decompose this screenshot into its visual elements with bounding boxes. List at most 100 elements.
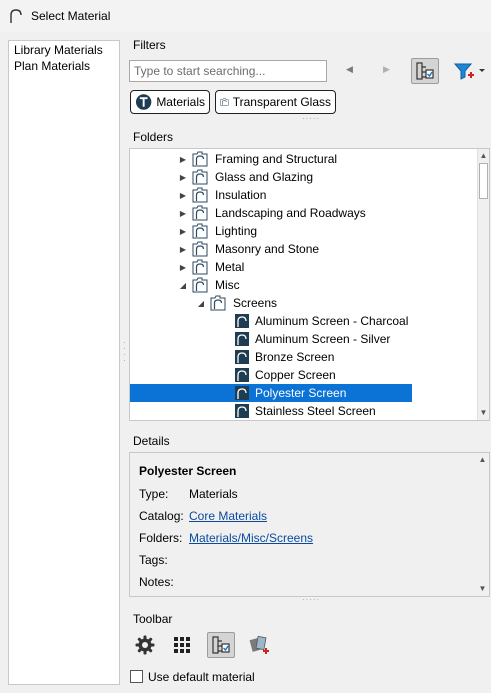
grid-icon bbox=[174, 637, 190, 653]
use-default-material-checkbox[interactable] bbox=[130, 670, 143, 683]
tree-row[interactable]: ▶ Glass and Glazing bbox=[130, 168, 412, 186]
tree-row-label: Polyester Screen bbox=[255, 386, 347, 400]
add-material-icon bbox=[249, 635, 269, 654]
collapsed-arrow-icon[interactable]: ▶ bbox=[178, 245, 188, 254]
tree-row[interactable]: Polyester Screen bbox=[130, 384, 412, 402]
filter-chip-label: Transparent Glass bbox=[232, 95, 331, 109]
tree-row-label: Aluminum Screen - Charcoal bbox=[255, 314, 409, 328]
folders-label: Folders bbox=[133, 130, 174, 144]
add-filter-icon bbox=[453, 63, 485, 80]
tree-view-button[interactable] bbox=[207, 632, 235, 658]
scroll-down-icon[interactable]: ▼ bbox=[478, 406, 489, 420]
filters-label: Filters bbox=[133, 38, 166, 52]
toolbar-label: Toolbar bbox=[133, 612, 173, 626]
tree-row[interactable]: Aluminum Screen - Silver bbox=[130, 330, 412, 348]
details-label: Details bbox=[133, 434, 170, 448]
tree-row-label: Misc bbox=[215, 278, 240, 292]
scroll-down-icon[interactable]: ▼ bbox=[477, 582, 488, 596]
scroll-up-icon[interactable]: ▲ bbox=[478, 149, 489, 163]
tree-row-label: Copper Screen bbox=[255, 368, 336, 382]
scroll-up-icon[interactable]: ▲ bbox=[477, 453, 488, 467]
tree-row[interactable]: ▶ Lighting bbox=[130, 222, 412, 240]
details-panel: Polyester Screen Type: Materials Catalog… bbox=[129, 452, 490, 597]
back-arrow-icon[interactable]: ◀ bbox=[346, 64, 353, 75]
material-icon bbox=[235, 332, 249, 346]
details-resize-grip[interactable]: ····· bbox=[302, 596, 320, 604]
material-icon bbox=[235, 386, 249, 400]
tree-row-label: Stainless Steel Screen bbox=[255, 404, 376, 418]
add-filter-button[interactable] bbox=[450, 58, 490, 84]
tree-row[interactable]: ▶ Landscaping and Roadways bbox=[130, 204, 412, 222]
search-input[interactable] bbox=[129, 60, 327, 82]
folder-icon bbox=[192, 187, 208, 203]
expanded-arrow-icon[interactable]: ◢ bbox=[178, 281, 188, 290]
tree-row[interactable]: Bronze Screen bbox=[130, 348, 412, 366]
collapsed-arrow-icon[interactable]: ▶ bbox=[178, 263, 188, 272]
filter-chip-transparent-glass[interactable]: Transparent Glass bbox=[215, 90, 336, 114]
tree-row[interactable]: ◢ Misc bbox=[130, 276, 412, 294]
detail-type-key: Type: bbox=[139, 487, 169, 501]
filter-view-toggle-button[interactable] bbox=[411, 58, 439, 84]
expanded-arrow-icon[interactable]: ◢ bbox=[196, 299, 206, 308]
collapsed-arrow-icon[interactable]: ▶ bbox=[178, 209, 188, 218]
collapsed-arrow-icon[interactable]: ▶ bbox=[178, 173, 188, 182]
library-list: Library Materials Plan Materials bbox=[8, 40, 120, 685]
folder-icon bbox=[210, 295, 226, 311]
tree-row-label: Insulation bbox=[215, 188, 267, 202]
forward-arrow-icon[interactable]: ▶ bbox=[383, 64, 390, 75]
tree-row-label: Masonry and Stone bbox=[215, 242, 320, 256]
folder-icon bbox=[192, 205, 208, 221]
tree-row[interactable]: ◢ Screens bbox=[130, 294, 412, 312]
tree-row-label: Framing and Structural bbox=[215, 152, 338, 166]
folder-icon bbox=[192, 241, 208, 257]
details-scrollbar[interactable]: ▲ ▼ bbox=[477, 453, 489, 596]
folder-icon bbox=[192, 277, 208, 293]
tree-row[interactable]: Copper Screen bbox=[130, 366, 412, 384]
collapsed-arrow-icon[interactable]: ▶ bbox=[178, 227, 188, 236]
tree-row[interactable]: ▶ Framing and Structural bbox=[130, 150, 412, 168]
collapsed-arrow-icon[interactable]: ▶ bbox=[178, 155, 188, 164]
library-item-plan-materials[interactable]: Plan Materials bbox=[9, 57, 119, 73]
tree-row-label: Landscaping and Roadways bbox=[215, 206, 366, 220]
folders-path-link[interactable]: Materials/Misc/Screens bbox=[189, 531, 313, 545]
detail-material-name: Polyester Screen bbox=[139, 464, 237, 478]
scroll-thumb[interactable] bbox=[479, 163, 488, 199]
detail-notes-key: Notes: bbox=[139, 575, 174, 589]
gear-icon bbox=[135, 635, 155, 655]
filters-resize-grip[interactable]: ····· bbox=[302, 115, 320, 123]
tree-row[interactable]: Aluminum Screen - Charcoal bbox=[130, 312, 412, 330]
tree-scrollbar[interactable]: ▲ ▼ bbox=[477, 149, 489, 420]
detail-folders-key: Folders: bbox=[139, 531, 183, 545]
tree-row[interactable]: ▶ Insulation bbox=[130, 186, 412, 204]
folder-icon bbox=[192, 223, 208, 239]
tree-row[interactable]: ▶ Metal bbox=[130, 258, 412, 276]
tree-row-label: Glass and Glazing bbox=[215, 170, 314, 184]
tree-view-icon bbox=[212, 636, 230, 654]
catalog-link[interactable]: Core Materials bbox=[189, 509, 267, 523]
tree-row[interactable]: Stainless Steel Screen bbox=[130, 402, 412, 420]
detail-tags-key: Tags: bbox=[139, 553, 168, 567]
settings-button[interactable] bbox=[132, 632, 158, 658]
folder-icon bbox=[192, 259, 208, 275]
folder-icon bbox=[192, 151, 208, 167]
tree-row[interactable]: ▶ Masonry and Stone bbox=[130, 240, 412, 258]
title-bar: Select Material bbox=[0, 0, 491, 32]
detail-catalog-key: Catalog: bbox=[139, 509, 184, 523]
material-icon bbox=[235, 350, 249, 364]
filter-chip-label: Materials bbox=[156, 95, 205, 109]
folder-icon bbox=[192, 169, 208, 185]
filter-chip-materials[interactable]: Materials bbox=[130, 90, 210, 114]
vertical-splitter-grip[interactable]: · · · · bbox=[123, 339, 126, 376]
collapsed-arrow-icon[interactable]: ▶ bbox=[178, 191, 188, 200]
library-item-library-materials[interactable]: Library Materials bbox=[9, 41, 119, 57]
folder-icon bbox=[220, 98, 229, 106]
materials-type-icon bbox=[135, 94, 152, 110]
add-material-button[interactable] bbox=[246, 632, 272, 658]
grid-view-button[interactable] bbox=[169, 632, 195, 658]
folder-tree[interactable]: ▲ ▼ ▶ Framing and Structural ▶ Glass and Gl… bbox=[129, 148, 490, 421]
tree-row-label: Metal bbox=[215, 260, 245, 274]
material-icon bbox=[235, 368, 249, 382]
app-icon bbox=[10, 9, 22, 23]
tree-row-label: Aluminum Screen - Silver bbox=[255, 332, 391, 346]
material-icon bbox=[235, 314, 249, 328]
